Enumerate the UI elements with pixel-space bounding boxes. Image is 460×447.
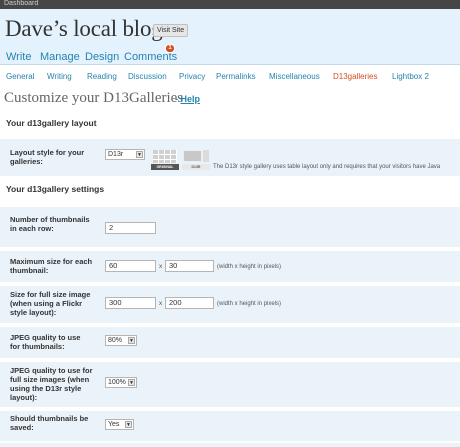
settings-section-title: Your d13gallery settings <box>6 184 105 194</box>
jpeg-full-quality-value: 100% <box>108 379 126 386</box>
jpeg-thumb-quality-label: JPEG quality to use for thumbnails: <box>10 333 81 351</box>
thumbs-per-row-row: Number of thumbnails in each row: 2 <box>0 207 460 247</box>
submenu-item-privacy[interactable]: Privacy <box>179 72 205 82</box>
d13r-caption: D13R <box>182 164 210 170</box>
chevron-down-icon: ▼ <box>136 151 143 158</box>
grid-preview-icon <box>153 150 177 163</box>
dimension-separator: x <box>159 300 163 307</box>
jpeg-thumb-quality-value: 80% <box>108 337 123 344</box>
dimension-hint: (width x height in pixels) <box>217 264 282 270</box>
submenu-item-discussion[interactable]: Discussion <box>128 72 167 82</box>
layout-style-label: Layout style for your galleries: <box>10 148 85 166</box>
full-size-height-input[interactable]: 200 <box>165 297 214 309</box>
submenu-item-reading[interactable]: Reading <box>87 72 117 82</box>
original-caption: ORIGINAL <box>151 164 179 170</box>
chevron-down-icon: ▼ <box>128 379 135 386</box>
thumb-strip-icon <box>203 150 209 162</box>
menu-item-write[interactable]: Write <box>6 50 31 64</box>
menu-item-manage[interactable]: Manage <box>40 50 80 64</box>
admin-bar: Dashboard <box>0 0 460 9</box>
jpeg-full-quality-select[interactable]: 100% ▼ <box>105 377 137 388</box>
save-thumbs-select[interactable]: Yes ▼ <box>105 419 134 430</box>
full-size-label: Size for full size image (when using a F… <box>10 290 91 317</box>
page-title: Customize your D13Galleries <box>4 90 184 106</box>
blog-header: Dave’s local blog Visit Site <box>0 9 460 43</box>
comments-count-badge: 1 <box>165 44 175 53</box>
submenu-item-d13galleries[interactable]: D13galleries <box>333 72 377 82</box>
submenu-item-general[interactable]: General <box>6 72 34 82</box>
title-dash: - <box>175 94 178 104</box>
dimension-hint: (width x height in pixels) <box>217 301 282 307</box>
blog-title: Dave’s local blog <box>5 16 163 41</box>
jpeg-full-quality-row: JPEG quality to use for full size images… <box>0 362 460 407</box>
save-thumbs-label: Should thumbnails be saved: <box>10 414 89 432</box>
jpeg-full-quality-label: JPEG quality to use for full size images… <box>10 366 93 402</box>
layout-style-value: D13r <box>108 151 124 158</box>
layout-style-select[interactable]: D13r ▼ <box>105 149 145 160</box>
layout-section-title: Your d13gallery layout <box>6 118 97 128</box>
submenu-item-permalinks[interactable]: Permalinks <box>216 72 256 82</box>
help-link[interactable]: Help <box>181 94 201 104</box>
next-settings-row <box>0 443 460 447</box>
d13r-layout-thumbnail[interactable]: D13R <box>182 149 210 171</box>
menu-item-design[interactable]: Design <box>85 50 119 64</box>
max-thumb-width-input[interactable]: 60 <box>105 260 156 272</box>
dashboard-link[interactable]: Dashboard <box>4 0 38 8</box>
jpeg-thumb-quality-select[interactable]: 80% ▼ <box>105 335 137 346</box>
submenu-item-writing[interactable]: Writing <box>47 72 72 82</box>
layout-style-note: The D13r style gallery uses table layout… <box>213 164 441 170</box>
submenu-item-lightbox[interactable]: Lightbox 2 <box>392 72 429 82</box>
thumbs-per-row-label: Number of thumbnails in each row: <box>10 215 90 233</box>
chevron-down-icon: ▼ <box>125 421 132 428</box>
dimension-separator: x <box>159 263 163 270</box>
max-thumb-size-label: Maximum size for each thumbnail: <box>10 257 93 275</box>
thumbs-per-row-input[interactable]: 2 <box>105 222 156 234</box>
save-thumbs-row: Should thumbnails be saved: Yes ▼ <box>0 411 460 441</box>
layout-style-row: Layout style for your galleries: D13r ▼ … <box>0 139 460 176</box>
full-size-width-input[interactable]: 300 <box>105 297 156 309</box>
jpeg-thumb-quality-row: JPEG quality to use for thumbnails: 80% … <box>0 327 460 358</box>
full-size-row: Size for full size image (when using a F… <box>0 286 460 323</box>
original-layout-thumbnail[interactable]: ORIGINAL <box>151 149 179 171</box>
visit-site-button[interactable]: Visit Site <box>153 24 189 37</box>
image-preview-icon <box>183 150 202 162</box>
max-thumb-size-row: Maximum size for each thumbnail: 60 x 30… <box>0 251 460 282</box>
max-thumb-height-input[interactable]: 30 <box>165 260 214 272</box>
main-menu: Write Manage Design Comments <box>0 43 460 65</box>
chevron-down-icon: ▼ <box>128 337 135 344</box>
help-link-wrapper: - Help <box>175 94 200 105</box>
save-thumbs-value: Yes <box>108 421 120 428</box>
settings-submenu: General Writing Reading Discussion Priva… <box>0 66 460 86</box>
submenu-item-miscellaneous[interactable]: Miscellaneous <box>269 72 320 82</box>
